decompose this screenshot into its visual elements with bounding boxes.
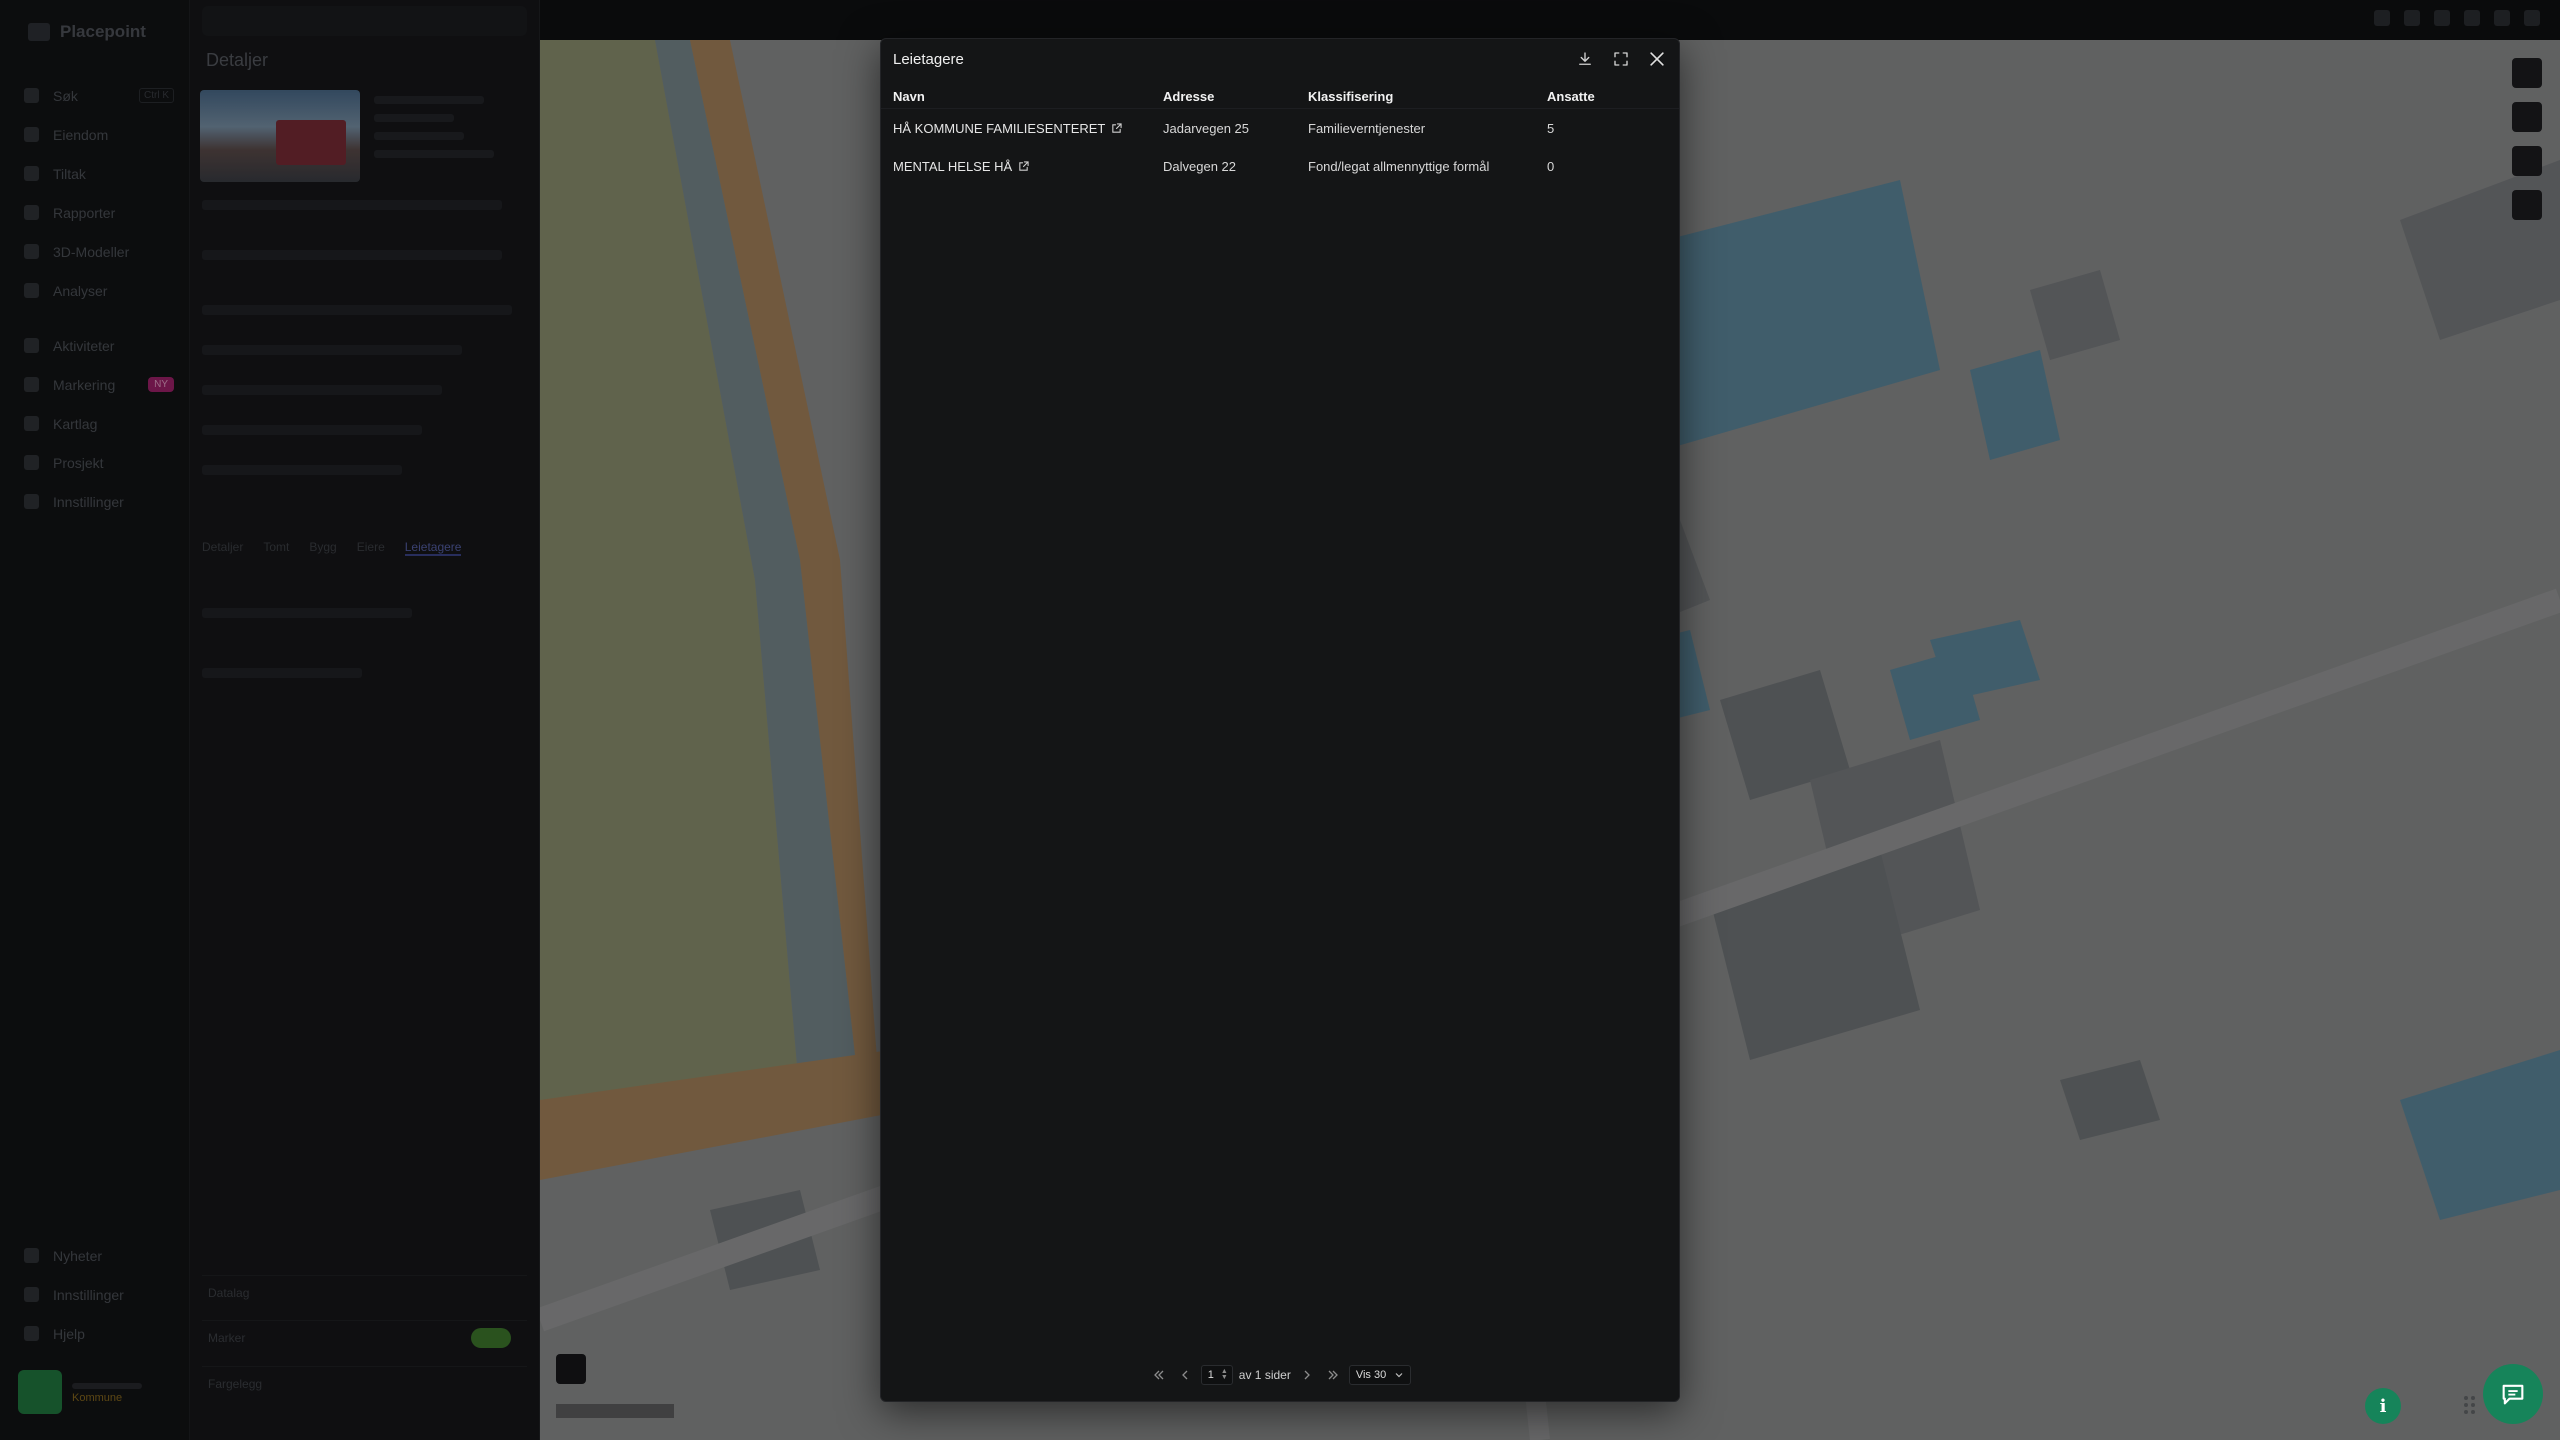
- download-icon: [1579, 52, 1591, 65]
- page-number-input[interactable]: 1 ▲ ▼: [1200, 1365, 1233, 1385]
- pagination: 1 ▲ ▼ av 1 sider Vis 30: [881, 1365, 1679, 1385]
- tenants-modal: Leietagere Navn Adresse Klassifisering A…: [880, 38, 1680, 1402]
- external-link-icon: [1019, 160, 1029, 171]
- modal-actions: [1573, 47, 1669, 71]
- app-root: Placepoint Søk Ctrl K Eiendom Tiltak Rapp…: [0, 0, 2560, 1440]
- chevron-down-icon: [1395, 1373, 1403, 1378]
- tenant-address: Dalvegen 22: [1163, 158, 1236, 174]
- tenant-classification: Fond/legat allmennyttige formål: [1308, 158, 1490, 174]
- column-header-address[interactable]: Adresse: [1163, 89, 1308, 104]
- download-button[interactable]: [1573, 47, 1597, 71]
- chevrons-right-icon: [1328, 1370, 1338, 1380]
- page-count-text: av 1 sider: [1238, 1368, 1291, 1382]
- page-size-select[interactable]: Vis 30: [1348, 1365, 1412, 1385]
- first-page-button[interactable]: [1149, 1365, 1169, 1385]
- info-button[interactable]: i: [2365, 1388, 2401, 1424]
- external-link-icon: [1112, 122, 1123, 133]
- next-page-button[interactable]: [1297, 1365, 1317, 1385]
- table-header: Navn Adresse Klassifisering Ansatte: [881, 85, 1679, 109]
- tenant-name-link[interactable]: MENTAL HELSE HÅ: [893, 159, 1163, 174]
- page-stepper-icon[interactable]: ▲ ▼: [1221, 1368, 1228, 1381]
- fullscreen-button[interactable]: [1609, 47, 1633, 71]
- modal-title: Leietagere: [893, 51, 964, 68]
- prev-page-button[interactable]: [1175, 1365, 1195, 1385]
- tenant-employees: 0: [1547, 158, 1555, 174]
- last-page-button[interactable]: [1323, 1365, 1343, 1385]
- info-icon: i: [2379, 1395, 2387, 1417]
- tenant-employees: 5: [1547, 120, 1555, 136]
- tenant-address: Jadarvegen 25: [1163, 120, 1250, 136]
- chat-icon: [2502, 1384, 2524, 1405]
- chevron-left-icon: [1181, 1370, 1188, 1380]
- chat-button[interactable]: [2483, 1364, 2543, 1424]
- column-header-employees[interactable]: Ansatte: [1547, 89, 1679, 104]
- expand-icon: [1614, 52, 1628, 66]
- chevrons-left-icon: [1153, 1370, 1164, 1380]
- close-button[interactable]: [1645, 47, 1669, 71]
- table-row: MENTAL HELSE HÅ Dalvegen 22 Fond/legat a…: [881, 147, 1679, 185]
- chevron-right-icon: [1304, 1370, 1310, 1380]
- table-row: HÅ KOMMUNE FAMILIESENTERET Jadarvegen 25…: [881, 109, 1679, 147]
- tenants-table: Navn Adresse Klassifisering Ansatte HÅ K…: [881, 85, 1679, 185]
- tenant-classification: Familieverntjenester: [1308, 120, 1426, 136]
- tenant-name-link[interactable]: HÅ KOMMUNE FAMILIESENTERET: [893, 121, 1163, 136]
- close-icon: [1650, 52, 1664, 66]
- column-header-classification[interactable]: Klassifisering: [1308, 89, 1547, 104]
- column-header-name[interactable]: Navn: [893, 89, 1163, 104]
